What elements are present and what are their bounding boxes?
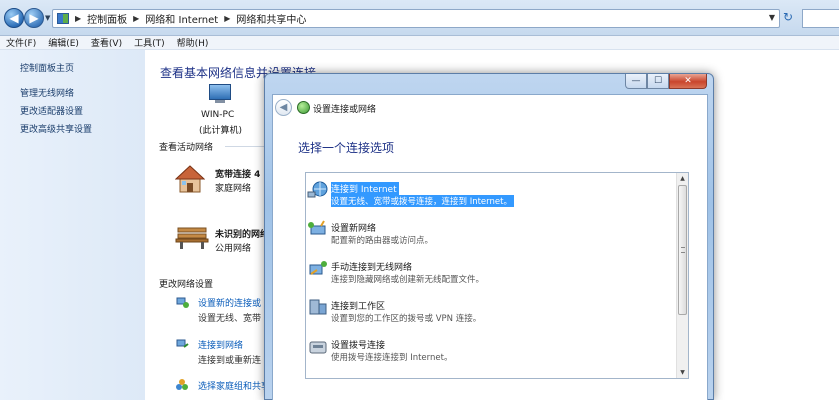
option-title: 设置新网络 [331,224,377,234]
workplace-icon [309,299,327,315]
scroll-up-icon[interactable]: ▲ [677,173,688,184]
setting-link-homegroup[interactable]: 选择家庭组和共享 [198,379,270,392]
option-title: 连接到工作区 [331,302,386,312]
router-icon [308,220,326,235]
network-type-link[interactable]: 家庭网络 [215,181,251,194]
dialup-icon [309,341,327,354]
change-settings-label: 更改网络设置 [159,280,214,290]
homegroup-icon [176,379,188,390]
option-desc: 设置到您的工作区的拨号或 VPN 连接。 [331,314,482,324]
network-name: 未识别的网络 [215,230,270,240]
public-network-icon [175,227,209,249]
refresh-icon[interactable]: ↻ [783,10,793,24]
scrollbar-thumb[interactable] [678,185,687,315]
setting-desc: 设置无线、宽带 [198,314,262,324]
chevron-right-icon[interactable]: ▶ [224,14,230,23]
breadcrumb-network-internet[interactable]: 网络和 Internet [145,11,218,26]
menu-bar: 文件(F) 编辑(E) 查看(V) 工具(T) 帮助(H) [0,36,839,50]
back-arrow-icon[interactable]: ◀ [275,99,292,116]
grip-icon [681,247,685,253]
sidebar-link-adapter-settings[interactable]: 更改适配器设置 [20,104,83,117]
menu-edit[interactable]: 编辑(E) [42,36,85,49]
sidebar-home-link[interactable]: 控制面板主页 [20,61,74,74]
sidebar-link-manage-wireless[interactable]: 管理无线网络 [20,86,74,99]
connection-options-list: 连接到 Internet 设置无线、宽带或拨号连接，连接到 Internet。 … [305,172,689,379]
dialog-title: 设置连接或网络 [313,105,377,115]
breadcrumb-network-sharing-center[interactable]: 网络和共享中心 [236,11,306,26]
network-name: 宽带连接 4 [215,170,261,180]
recent-pages-dropdown-icon[interactable]: ▼ [45,14,50,22]
option-title: 连接到 Internet [331,182,399,195]
setting-desc: 连接到或重新连 [198,356,262,366]
option-desc: 设置无线、宽带或拨号连接，连接到 Internet。 [331,195,514,207]
active-networks-label: 查看活动网络 [159,143,214,153]
option-desc: 使用拨号连接连接到 Internet。 [331,353,453,363]
dialog-heading: 选择一个连接选项 [298,141,395,155]
sidebar-link-advanced-sharing[interactable]: 更改高级共享设置 [20,122,92,135]
dialog-body: ◀ 设置连接或网络 选择一个连接选项 连接到 Internet 设置无线、宽带或… [272,94,708,400]
computer-name: WIN-PC [201,110,235,120]
network-globe-icon [297,101,310,114]
computer-stand [215,100,225,103]
search-input[interactable] [802,9,839,28]
close-button[interactable]: ✕ [669,74,707,89]
back-button[interactable]: ◀ [4,8,24,28]
address-dropdown-icon[interactable]: ▼ [769,13,775,22]
connect-network-icon [176,339,189,348]
option-desc: 连接到隐藏网络或创建新无线配置文件。 [331,275,485,285]
option-desc: 配置新的路由器或访问点。 [331,236,434,246]
address-bar[interactable]: ▶ 控制面板 ▶ 网络和 Internet ▶ 网络和共享中心 ▼ [52,9,780,28]
chevron-right-icon[interactable]: ▶ [75,14,81,23]
setup-connection-dialog: — ☐ ✕ ◀ 设置连接或网络 选择一个连接选项 连接到 Internet 设置… [264,73,714,400]
home-network-icon [175,165,205,193]
option-title: 设置拨号连接 [331,341,386,351]
network-type-label: 公用网络 [215,244,252,254]
option-title: 手动连接到无线网络 [331,263,413,273]
computer-icon [209,84,231,100]
scroll-down-icon[interactable]: ▼ [677,367,688,378]
menu-help[interactable]: 帮助(H) [171,36,215,49]
globe-icon [307,181,328,198]
minimize-button[interactable]: — [625,74,647,89]
setting-link-new-connection[interactable]: 设置新的连接或 [198,296,261,309]
list-scrollbar[interactable]: ▲ ▼ [676,173,688,378]
menu-file[interactable]: 文件(F) [0,36,42,49]
menu-tools[interactable]: 工具(T) [128,36,171,49]
maximize-button[interactable]: ☐ [647,74,669,89]
address-toolbar: ◀ ▶ ▼ ▶ 控制面板 ▶ 网络和 Internet ▶ 网络和共享中心 ▼ … [0,0,839,36]
wireless-icon [309,261,327,275]
control-panel-icon [57,13,69,24]
menu-view[interactable]: 查看(V) [85,36,128,49]
breadcrumb-control-panel[interactable]: 控制面板 [87,11,127,26]
sidebar: 控制面板主页 管理无线网络 更改适配器设置 更改高级共享设置 [0,50,145,400]
forward-button[interactable]: ▶ [24,8,44,28]
computer-subtitle: (此计算机) [199,126,243,136]
chevron-right-icon[interactable]: ▶ [133,14,139,23]
new-connection-icon [176,297,189,308]
window-controls: — ☐ ✕ [625,74,707,89]
setting-link-connect-network[interactable]: 连接到网络 [198,338,243,351]
divider [225,146,265,147]
